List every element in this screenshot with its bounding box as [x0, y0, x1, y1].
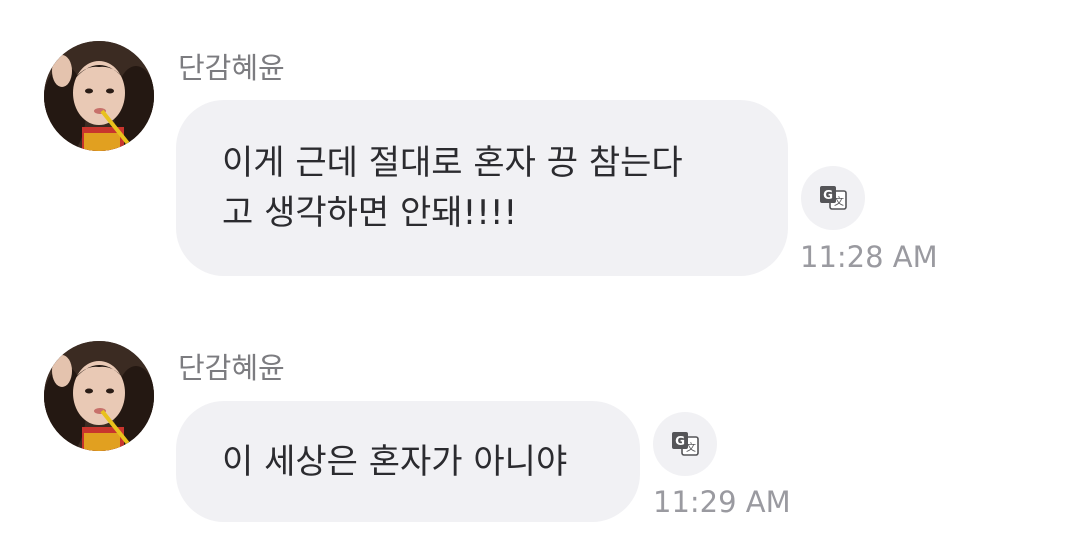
avatar[interactable] [44, 341, 154, 451]
translate-button[interactable]: G 文 [801, 166, 865, 230]
sender-name: 단감혜윤 [178, 351, 285, 385]
message-text-line: 고 생각하면 안돼!!!! [222, 193, 518, 233]
svg-text:文: 文 [834, 195, 844, 208]
message-row: 단감혜윤 이 세상은 혼자가 아니야 G 文 11:29 AM [0, 290, 1080, 549]
translate-icon: G 文 [820, 186, 847, 210]
svg-text:G: G [675, 434, 685, 448]
avatar[interactable] [44, 41, 154, 151]
timestamp: 11:29 AM [653, 485, 791, 519]
svg-text:G: G [823, 188, 833, 202]
avatar-photo [44, 41, 154, 151]
message-bubble[interactable]: 이 세상은 혼자가 아니야 [176, 401, 640, 522]
message-row: 단감혜윤 이게 근데 절대로 혼자 끙 참는다 고 생각하면 안돼!!!! G … [0, 0, 1080, 290]
translate-icon: G 文 [672, 432, 699, 456]
translate-button[interactable]: G 文 [653, 412, 717, 476]
svg-text:文: 文 [686, 441, 696, 454]
avatar-photo [44, 341, 154, 451]
sender-name: 단감혜윤 [178, 51, 285, 85]
message-text-line: 이 세상은 혼자가 아니야 [222, 442, 568, 482]
message-bubble[interactable]: 이게 근데 절대로 혼자 끙 참는다 고 생각하면 안돼!!!! [176, 100, 788, 276]
timestamp: 11:28 AM [800, 240, 938, 274]
message-text-line: 이게 근데 절대로 혼자 끙 참는다 [222, 143, 683, 183]
